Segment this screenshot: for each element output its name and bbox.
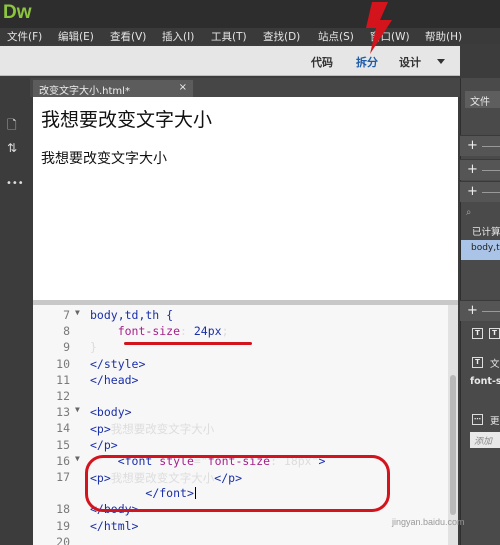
code-text: </p> (90, 437, 118, 452)
more-label: 更 (490, 416, 500, 427)
line-number: 18 (56, 502, 70, 517)
computed-label: 已计算 (472, 227, 500, 238)
code-text: body,td,th { (90, 308, 174, 322)
search-icon[interactable]: ⌕ (466, 207, 471, 218)
line-number: 15 (56, 437, 70, 452)
code-line[interactable]: 14 <p>我想要改变文字大小 (33, 421, 445, 437)
line-number: 8 (63, 324, 70, 339)
code-text: } (90, 340, 97, 355)
lightning-annotation-icon (366, 2, 392, 54)
line-number: 17 (56, 470, 70, 484)
text-style-icon[interactable]: T (472, 328, 483, 339)
line-number: 9 (63, 340, 70, 355)
code-line[interactable]: 19 </html> (33, 519, 445, 535)
panel-row[interactable]: + (460, 159, 500, 180)
new-document-icon[interactable]: 🗋 (7, 116, 17, 137)
menu-file[interactable]: 文件(F) (7, 29, 42, 44)
code-line[interactable]: 12 (33, 389, 445, 405)
split-view-button[interactable]: 拆分 (356, 54, 378, 70)
design-view-button[interactable]: 设计 (399, 54, 421, 70)
left-toolbar: 🗋 ⇅ ••• (0, 78, 28, 545)
annotation-underline (124, 342, 252, 345)
add-icon[interactable]: + (467, 162, 478, 177)
design-view[interactable]: 我想要改变文字大小 我想要改变文字大小 (33, 97, 458, 300)
menu-help[interactable]: 帮助(H) (425, 29, 462, 44)
more-icon[interactable]: ••• (6, 178, 24, 189)
line-number: 13 (56, 405, 70, 420)
line-number: 12 (56, 389, 70, 403)
selected-rule-row[interactable]: body,t (461, 240, 500, 260)
menu-find[interactable]: 查找(D) (263, 29, 300, 44)
menu-tools[interactable]: 工具(T) (211, 29, 247, 44)
divider (482, 311, 500, 312)
divider (482, 192, 500, 193)
code-text: <body> (90, 405, 132, 420)
fold-toggle-icon[interactable]: ▼ (75, 405, 80, 414)
app-logo: Dw (3, 2, 32, 23)
font-size-label: font-s (470, 376, 500, 387)
menu-edit[interactable]: 编辑(E) (58, 29, 94, 44)
document-tab-label: 改变文字大小.html* (39, 86, 130, 97)
menu-bar: 文件(F) 编辑(E) 查看(V) 插入(I) 工具(T) 查找(D) 站点(S… (0, 28, 500, 44)
add-icon[interactable]: + (467, 184, 478, 199)
line-number: 19 (56, 518, 70, 533)
line-number: 10 (56, 356, 70, 371)
title-bar: Dw (0, 0, 500, 28)
line-number: 11 (56, 372, 70, 387)
files-panel-tab[interactable]: 文件 (465, 91, 500, 108)
watermark: jingyan.baidu.com (392, 517, 465, 527)
divider (482, 170, 500, 171)
close-icon[interactable]: × (179, 82, 187, 93)
code-text: </html> (90, 518, 139, 533)
code-line[interactable]: 7 ▼ body,td,th { (33, 308, 445, 324)
fold-toggle-icon[interactable]: ▼ (75, 454, 80, 463)
code-line[interactable]: 10 </style> (33, 357, 445, 373)
annotation-circle (85, 455, 390, 512)
code-line[interactable]: 8 font-size: 24px; (33, 324, 445, 340)
line-number: 14 (56, 421, 70, 436)
document-tab-strip: 改变文字大小.html* × (30, 78, 460, 97)
line-number: 16 (56, 453, 70, 468)
design-text-small: 我想要改变文字大小 (41, 151, 167, 167)
text-style-icon[interactable]: T (489, 328, 500, 339)
fold-toggle-icon[interactable]: ▼ (75, 308, 80, 317)
menu-insert[interactable]: 插入(I) (162, 29, 194, 44)
code-text: </style> (90, 356, 146, 371)
code-line[interactable]: 11 </head> (33, 373, 445, 389)
panel-row[interactable]: + (460, 300, 500, 321)
menu-site[interactable]: 站点(S) (318, 29, 354, 44)
selected-rule-label: body,t (471, 243, 500, 253)
panel-row[interactable]: + (460, 181, 500, 202)
text-property-label: 文 (490, 359, 500, 370)
code-view-button[interactable]: 代码 (311, 54, 333, 70)
add-icon[interactable]: + (467, 138, 478, 153)
text-property-icon[interactable]: T (472, 357, 483, 368)
line-number: 20 (56, 534, 70, 545)
code-scrollbar-thumb[interactable] (450, 375, 456, 515)
code-text: </head> (90, 372, 139, 387)
code-line[interactable]: 20 (33, 535, 445, 545)
chevron-down-icon[interactable] (437, 59, 445, 64)
code-text: <p>我想要改变文字大小 (90, 422, 215, 437)
divider (482, 146, 500, 147)
code-text: font-size: 24px; (117, 324, 229, 339)
code-scrollbar[interactable] (448, 305, 458, 545)
menu-view[interactable]: 查看(V) (110, 29, 146, 44)
design-text-large: 我想要改变文字大小 (41, 109, 213, 131)
sort-icon[interactable]: ⇅ (7, 141, 17, 155)
add-icon[interactable]: + (467, 303, 478, 318)
document-tab[interactable]: 改变文字大小.html* × (33, 80, 193, 97)
code-line[interactable]: 13 ▼ <body> (33, 405, 445, 421)
line-number: 7 (63, 308, 70, 322)
add-property-input[interactable]: 添加 (470, 432, 500, 448)
more-options-icon[interactable]: ⋯ (472, 414, 483, 425)
panel-row[interactable]: + (460, 135, 500, 156)
code-line[interactable]: 15 </p> (33, 438, 445, 454)
